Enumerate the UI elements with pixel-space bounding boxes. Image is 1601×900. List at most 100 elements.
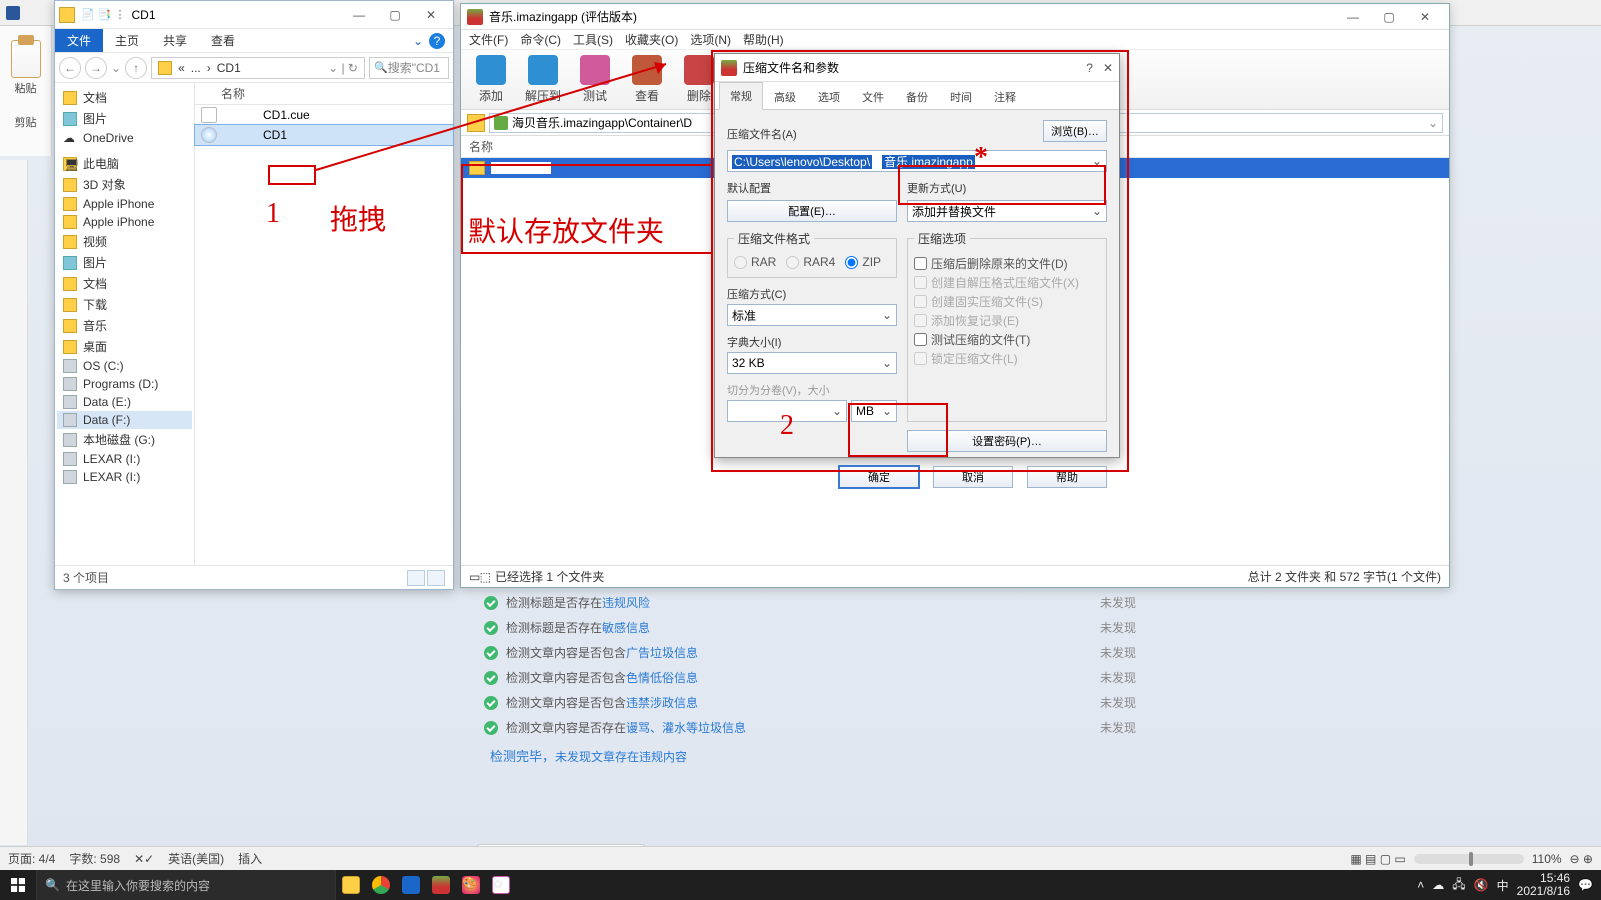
file-row[interactable]: CD1.cue bbox=[195, 105, 453, 125]
tray-onedrive[interactable]: ☁ bbox=[1432, 878, 1444, 892]
nav-back[interactable]: ← bbox=[59, 57, 81, 79]
menu-item[interactable]: 文件(F) bbox=[469, 31, 508, 48]
tb-paint[interactable]: 🎨 bbox=[456, 870, 486, 900]
tray-up[interactable]: ˄ bbox=[1417, 878, 1424, 892]
tab-file[interactable]: 文件 bbox=[55, 29, 103, 52]
ribbon-expand[interactable]: ⌄ ? bbox=[405, 29, 453, 52]
nav-up[interactable]: ↑ bbox=[125, 57, 147, 79]
help-button[interactable]: ? bbox=[1086, 61, 1093, 75]
tray-notify[interactable]: 💬 bbox=[1578, 878, 1593, 892]
sidebar-item[interactable]: 文档 bbox=[57, 273, 192, 294]
sidebar-item[interactable]: 图片 bbox=[57, 252, 192, 273]
toolbar-查看[interactable]: 查看 bbox=[623, 52, 671, 107]
tab-home[interactable]: 主页 bbox=[103, 29, 151, 52]
tb-app[interactable]: ✿ bbox=[486, 870, 516, 900]
tb-word[interactable] bbox=[396, 870, 426, 900]
sidebar-item[interactable]: 下载 bbox=[57, 294, 192, 315]
help-button[interactable]: 帮助 bbox=[1027, 466, 1107, 488]
menu-item[interactable]: 帮助(H) bbox=[743, 31, 784, 48]
toolbar-添加[interactable]: 添加 bbox=[467, 52, 515, 107]
minimize-button[interactable]: — bbox=[1335, 7, 1371, 27]
chk-lock[interactable]: 锁定压缩文件(L) bbox=[914, 350, 1100, 367]
close-button[interactable]: ✕ bbox=[413, 4, 449, 26]
view-details[interactable] bbox=[407, 570, 425, 586]
view-icons[interactable] bbox=[427, 570, 445, 586]
menu-item[interactable]: 命令(C) bbox=[520, 31, 561, 48]
lang-indicator[interactable]: 英语(美国) bbox=[168, 850, 224, 867]
tab-注释[interactable]: 注释 bbox=[983, 83, 1027, 110]
split-unit[interactable]: MB⌄ bbox=[851, 400, 897, 422]
radio-rar4[interactable]: RAR4 bbox=[786, 255, 835, 269]
tab-share[interactable]: 共享 bbox=[151, 29, 199, 52]
sidebar-item[interactable]: Data (F:) bbox=[57, 411, 192, 429]
word-count[interactable]: 字数: 598 bbox=[69, 850, 120, 867]
cancel-button[interactable]: 取消 bbox=[933, 466, 1013, 488]
tb-winrar[interactable] bbox=[426, 870, 456, 900]
tray-net[interactable]: 🖧 bbox=[1452, 875, 1465, 896]
sidebar-item[interactable]: 本地磁盘 (G:) bbox=[57, 429, 192, 450]
dict-select[interactable]: 32 KB⌄ bbox=[727, 352, 897, 374]
method-select[interactable]: 标准⌄ bbox=[727, 304, 897, 326]
clock[interactable]: 15:462021/8/16 bbox=[1517, 872, 1570, 898]
close-button[interactable]: ✕ bbox=[1407, 7, 1443, 27]
chk-delete[interactable]: 压缩后删除原来的文件(D) bbox=[914, 255, 1100, 272]
sidebar-item[interactable]: Apple iPhone bbox=[57, 195, 192, 213]
sidebar-item[interactable]: 文档 bbox=[57, 87, 192, 108]
profile-button[interactable]: 配置(E)… bbox=[727, 200, 897, 222]
insert-mode[interactable]: 插入 bbox=[238, 850, 262, 867]
paste-icon[interactable] bbox=[11, 40, 41, 78]
update-mode-select[interactable]: 添加并替换文件⌄ bbox=[907, 200, 1107, 222]
browse-button[interactable]: 浏览(B)… bbox=[1043, 120, 1107, 142]
sidebar-item[interactable]: Programs (D:) bbox=[57, 375, 192, 393]
sidebar-item[interactable]: 🖥此电脑 bbox=[57, 153, 192, 174]
tab-view[interactable]: 查看 bbox=[199, 29, 247, 52]
chk-solid[interactable]: 创建固实压缩文件(S) bbox=[914, 293, 1100, 310]
sidebar-item[interactable]: 3D 对象 bbox=[57, 174, 192, 195]
sidebar-item[interactable]: OS (C:) bbox=[57, 357, 192, 375]
tab-时间[interactable]: 时间 bbox=[939, 83, 983, 110]
tab-高级[interactable]: 高级 bbox=[763, 83, 807, 110]
tray-vol[interactable]: 🔇 bbox=[1474, 878, 1489, 892]
start-button[interactable] bbox=[0, 870, 36, 900]
sidebar-item[interactable]: ☁OneDrive bbox=[57, 129, 192, 147]
tab-选项[interactable]: 选项 bbox=[807, 83, 851, 110]
sidebar-item[interactable]: LEXAR (I:) bbox=[57, 468, 192, 486]
radio-rar[interactable]: RAR bbox=[734, 255, 776, 269]
tb-chrome[interactable] bbox=[366, 870, 396, 900]
minimize-button[interactable]: — bbox=[341, 4, 377, 26]
tray-ime[interactable]: 中 bbox=[1497, 877, 1509, 894]
chk-recovery[interactable]: 添加恢复记录(E) bbox=[914, 312, 1100, 329]
chk-sfx[interactable]: 创建自解压格式压缩文件(X) bbox=[914, 274, 1100, 291]
tab-备份[interactable]: 备份 bbox=[895, 83, 939, 110]
nav-fwd[interactable]: → bbox=[85, 57, 107, 79]
close-button[interactable]: ✕ bbox=[1103, 61, 1113, 75]
search-input[interactable]: 🔍 搜索"CD1 bbox=[369, 57, 449, 79]
menu-item[interactable]: 选项(N) bbox=[690, 31, 731, 48]
toolbar-测试[interactable]: 测试 bbox=[571, 52, 619, 107]
menu-item[interactable]: 工具(S) bbox=[573, 31, 613, 48]
chk-test[interactable]: 测试压缩的文件(T) bbox=[914, 331, 1100, 348]
tab-常规[interactable]: 常规 bbox=[719, 82, 763, 110]
zoom-slider[interactable] bbox=[1414, 854, 1524, 864]
breadcrumb[interactable]: « ...› CD1 ⌄ | ↻ bbox=[151, 57, 365, 79]
toolbar-解压到[interactable]: 解压到 bbox=[519, 52, 567, 107]
menu-item[interactable]: 收藏夹(O) bbox=[625, 31, 678, 48]
maximize-button[interactable]: ▢ bbox=[1371, 7, 1407, 27]
ok-button[interactable]: 确定 bbox=[839, 466, 919, 488]
page-count[interactable]: 页面: 4/4 bbox=[8, 850, 55, 867]
sidebar-item[interactable]: 音乐 bbox=[57, 315, 192, 336]
zoom-level[interactable]: 110% bbox=[1532, 852, 1562, 866]
file-row[interactable]: CD1 bbox=[195, 125, 453, 145]
column-header[interactable]: 名称 bbox=[195, 83, 453, 105]
taskbar-search[interactable]: 🔍 在这里输入你要搜索的内容 bbox=[36, 870, 336, 900]
password-button[interactable]: 设置密码(P)… bbox=[907, 430, 1107, 452]
sidebar-item[interactable]: Data (E:) bbox=[57, 393, 192, 411]
archive-name-field[interactable]: C:\Users\lenovo\Desktop\ 音乐.imazingapp ⌄ bbox=[727, 150, 1107, 172]
tab-文件[interactable]: 文件 bbox=[851, 83, 895, 110]
sidebar-item[interactable]: Apple iPhone bbox=[57, 213, 192, 231]
sidebar-item[interactable]: 图片 bbox=[57, 108, 192, 129]
tb-explorer[interactable] bbox=[336, 870, 366, 900]
radio-zip[interactable]: ZIP bbox=[845, 255, 881, 269]
up-icon[interactable] bbox=[467, 114, 485, 132]
sidebar-item[interactable]: LEXAR (I:) bbox=[57, 450, 192, 468]
